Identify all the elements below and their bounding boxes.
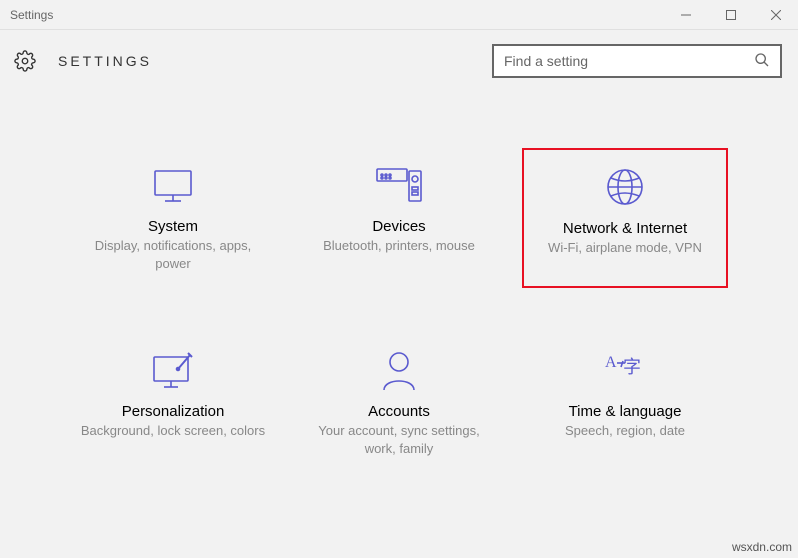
display-icon xyxy=(151,160,195,210)
gear-icon xyxy=(14,50,36,72)
personalization-icon xyxy=(150,345,196,395)
svg-text:字: 字 xyxy=(623,357,641,377)
tile-network[interactable]: Network & Internet Wi-Fi, airplane mode,… xyxy=(522,148,728,288)
tile-devices[interactable]: Devices Bluetooth, printers, mouse xyxy=(296,148,502,288)
settings-tiles: System Display, notifications, apps, pow… xyxy=(0,78,798,473)
tile-desc: Your account, sync settings, work, famil… xyxy=(304,422,494,457)
globe-icon xyxy=(604,162,646,212)
tile-desc: Display, notifications, apps, power xyxy=(78,237,268,272)
search-icon xyxy=(754,52,770,71)
settings-header: SETTINGS xyxy=(0,30,798,78)
search-box[interactable] xyxy=(492,44,782,78)
search-input[interactable] xyxy=(504,53,754,69)
tile-desc: Wi-Fi, airplane mode, VPN xyxy=(548,239,702,257)
tile-system[interactable]: System Display, notifications, apps, pow… xyxy=(70,148,276,288)
tile-title: Devices xyxy=(372,218,425,235)
tile-accounts[interactable]: Accounts Your account, sync settings, wo… xyxy=(296,333,502,473)
tile-title: Time & language xyxy=(569,403,682,420)
tile-personalization[interactable]: Personalization Background, lock screen,… xyxy=(70,333,276,473)
maximize-button[interactable] xyxy=(708,0,753,30)
watermark: wsxdn.com xyxy=(732,540,792,554)
tile-desc: Speech, region, date xyxy=(565,422,685,440)
svg-text:A: A xyxy=(605,354,617,371)
tile-title: Network & Internet xyxy=(563,220,687,237)
tile-time-language[interactable]: A 字 Time & language Speech, region, date xyxy=(522,333,728,473)
window-titlebar: Settings xyxy=(0,0,798,30)
tile-desc: Bluetooth, printers, mouse xyxy=(323,237,475,255)
devices-icon xyxy=(375,160,423,210)
tile-title: System xyxy=(148,218,198,235)
minimize-button[interactable] xyxy=(663,0,708,30)
tile-title: Personalization xyxy=(122,403,225,420)
window-title: Settings xyxy=(0,8,53,22)
page-title: SETTINGS xyxy=(58,53,492,69)
time-language-icon: A 字 xyxy=(601,345,649,395)
window-controls xyxy=(663,0,798,30)
tile-title: Accounts xyxy=(368,403,430,420)
close-button[interactable] xyxy=(753,0,798,30)
person-icon xyxy=(379,345,419,395)
tile-desc: Background, lock screen, colors xyxy=(81,422,265,440)
